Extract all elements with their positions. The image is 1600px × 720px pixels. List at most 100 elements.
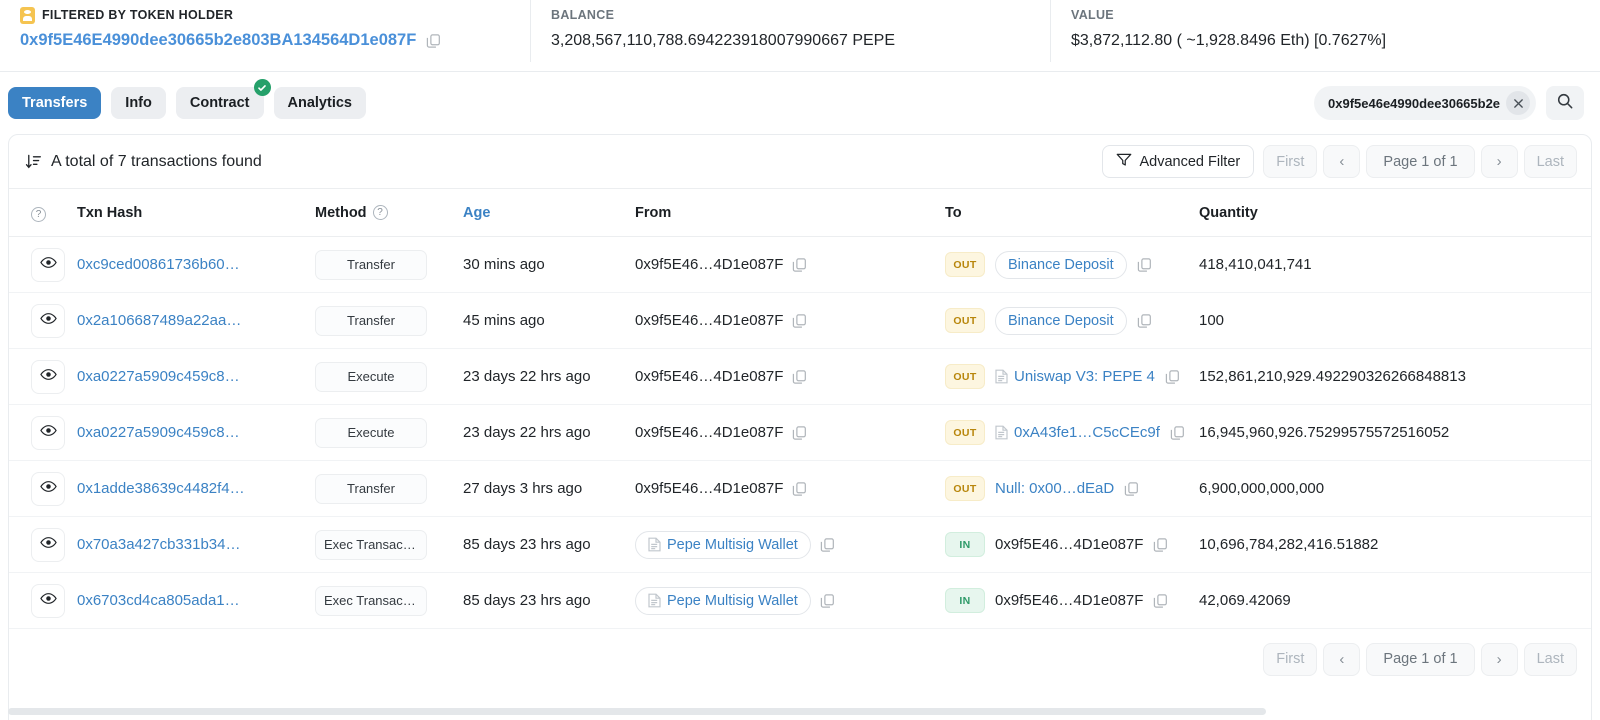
- eye-icon: [40, 368, 57, 385]
- preview-row-button[interactable]: [31, 416, 65, 450]
- copy-icon[interactable]: [792, 425, 807, 441]
- to-link[interactable]: Uniswap V3: PEPE 4: [995, 368, 1155, 385]
- pagination-top: First ‹ Page 1 of 1 › Last: [1263, 145, 1577, 178]
- txn-hash-link[interactable]: 0x2a106687489a22aa…: [77, 312, 272, 329]
- tab-transfers[interactable]: Transfers: [8, 87, 101, 119]
- value-label: VALUE: [1071, 4, 1582, 26]
- row-to-cell: OUT0xA43fe1…C5cCEc9f: [945, 405, 1199, 461]
- txn-hash-link[interactable]: 0x70a3a427cb331b34…: [77, 536, 272, 553]
- to-link[interactable]: 0xA43fe1…C5cCEc9f: [995, 424, 1160, 441]
- method-badge: Execute: [315, 418, 427, 448]
- txn-hash-link[interactable]: 0xa0227a5909c459c8…: [77, 368, 272, 385]
- pagination-first-button[interactable]: First: [1263, 643, 1317, 676]
- copy-icon[interactable]: [820, 537, 835, 553]
- from-pill[interactable]: Pepe Multisig Wallet: [635, 587, 811, 615]
- to-link[interactable]: Null: 0x00…dEaD: [995, 480, 1114, 497]
- to-label: Uniswap V3: PEPE 4: [1014, 368, 1155, 385]
- pagination-page-label[interactable]: Page 1 of 1: [1366, 643, 1474, 676]
- copy-icon[interactable]: [792, 313, 807, 329]
- search-input[interactable]: 0x9f5e46e4990dee30665b2e8…: [1314, 86, 1536, 120]
- copy-icon[interactable]: [1165, 369, 1180, 385]
- txn-hash-link[interactable]: 0x1adde38639c4482f4…: [77, 480, 272, 497]
- row-from-cell: 0x9f5E46…4D1e087F: [635, 461, 945, 517]
- to-pill[interactable]: Binance Deposit: [995, 307, 1127, 335]
- copy-icon[interactable]: [426, 33, 441, 49]
- age-value: 85 days 23 hrs ago: [463, 592, 591, 609]
- row-age-cell: 23 days 22 hrs ago: [463, 349, 635, 405]
- preview-row-button[interactable]: [31, 528, 65, 562]
- row-quantity-cell: 100: [1199, 293, 1591, 349]
- copy-icon[interactable]: [1124, 481, 1139, 497]
- copy-icon[interactable]: [1137, 313, 1152, 329]
- tab-analytics[interactable]: Analytics: [274, 87, 366, 119]
- tab-label: Info: [125, 95, 152, 111]
- txn-hash-link[interactable]: 0x6703cd4ca805ada1…: [77, 592, 272, 609]
- pagination-first-button[interactable]: First: [1263, 145, 1317, 178]
- search-icon: [1556, 92, 1574, 115]
- copy-icon[interactable]: [1153, 537, 1168, 553]
- search-area: 0x9f5e46e4990dee30665b2e8…: [1314, 86, 1590, 120]
- quantity-value: 418,410,041,741: [1199, 256, 1324, 273]
- help-icon[interactable]: ?: [373, 205, 388, 220]
- verified-check-icon: [254, 79, 271, 96]
- horizontal-scrollbar[interactable]: [8, 708, 1266, 715]
- advanced-filter-button[interactable]: Advanced Filter: [1102, 145, 1254, 178]
- to-pill[interactable]: Binance Deposit: [995, 251, 1127, 279]
- preview-row-button[interactable]: [31, 304, 65, 338]
- row-age-cell: 85 days 23 hrs ago: [463, 517, 635, 573]
- preview-row-button[interactable]: [31, 360, 65, 394]
- copy-icon[interactable]: [792, 481, 807, 497]
- copy-icon[interactable]: [792, 369, 807, 385]
- to-label: Null: 0x00…dEaD: [995, 480, 1114, 497]
- pagination-next-button[interactable]: ›: [1481, 145, 1518, 178]
- method-badge: Transfer: [315, 250, 427, 280]
- column-header-from: From: [635, 189, 945, 237]
- balance-label: BALANCE: [551, 4, 1032, 26]
- advanced-filter-label: Advanced Filter: [1139, 154, 1240, 170]
- pagination-page-label[interactable]: Page 1 of 1: [1366, 145, 1474, 178]
- copy-icon[interactable]: [1137, 257, 1152, 273]
- help-icon[interactable]: ?: [31, 207, 46, 222]
- tabs-row: Transfers Info Contract Analytics 0x9f5e46e…: [0, 72, 1600, 134]
- copy-icon[interactable]: [1153, 593, 1168, 609]
- pagination-last-button[interactable]: Last: [1524, 145, 1577, 178]
- row-quantity-cell: 16,945,960,926.75299575572516052: [1199, 405, 1591, 461]
- column-header-age[interactable]: Age: [463, 189, 635, 237]
- row-txn-hash-cell: 0xa0227a5909c459c8…: [77, 349, 315, 405]
- pagination-last-button[interactable]: Last: [1524, 643, 1577, 676]
- from-pill[interactable]: Pepe Multisig Wallet: [635, 531, 811, 559]
- token-holder-address-link[interactable]: 0x9f5E46E4990dee30665b2e803BA134564D1e08…: [20, 31, 416, 50]
- to-address: 0x9f5E46…4D1e087F: [995, 536, 1143, 553]
- row-age-cell: 85 days 23 hrs ago: [463, 573, 635, 629]
- row-method-cell: Execute: [315, 349, 463, 405]
- row-to-cell: IN0x9f5E46…4D1e087F: [945, 517, 1199, 573]
- method-badge: Transfer: [315, 474, 427, 504]
- token-holder-summary-bar: FILTERED BY TOKEN HOLDER 0x9f5E46E4990de…: [0, 0, 1600, 72]
- from-address: 0x9f5E46…4D1e087F: [635, 256, 783, 273]
- age-value: 27 days 3 hrs ago: [463, 480, 582, 497]
- tab-contract[interactable]: Contract: [176, 87, 264, 119]
- txn-hash-link[interactable]: 0xc9ced00861736b60…: [77, 256, 272, 273]
- preview-row-button[interactable]: [31, 584, 65, 618]
- row-from-cell: Pepe Multisig Wallet: [635, 573, 945, 629]
- copy-icon[interactable]: [820, 593, 835, 609]
- pagination-prev-button[interactable]: ‹: [1323, 643, 1360, 676]
- close-icon[interactable]: [1506, 91, 1530, 115]
- preview-row-button[interactable]: [31, 248, 65, 282]
- pagination-prev-button[interactable]: ‹: [1323, 145, 1360, 178]
- sort-descending-icon[interactable]: [25, 153, 42, 170]
- column-header-txn-hash[interactable]: Txn Hash: [77, 189, 315, 237]
- row-preview-cell: [9, 237, 77, 293]
- copy-icon[interactable]: [1170, 425, 1185, 441]
- row-from-cell: Pepe Multisig Wallet: [635, 517, 945, 573]
- search-button[interactable]: [1546, 86, 1584, 120]
- eye-icon: [40, 592, 57, 609]
- preview-row-button[interactable]: [31, 472, 65, 506]
- quantity-value: 100: [1199, 312, 1236, 329]
- copy-icon[interactable]: [792, 257, 807, 273]
- pagination-next-button[interactable]: ›: [1481, 643, 1518, 676]
- to-address: 0x9f5E46…4D1e087F: [995, 592, 1143, 609]
- txn-hash-link[interactable]: 0xa0227a5909c459c8…: [77, 424, 272, 441]
- tab-info[interactable]: Info: [111, 87, 166, 119]
- direction-badge: OUT: [945, 364, 985, 389]
